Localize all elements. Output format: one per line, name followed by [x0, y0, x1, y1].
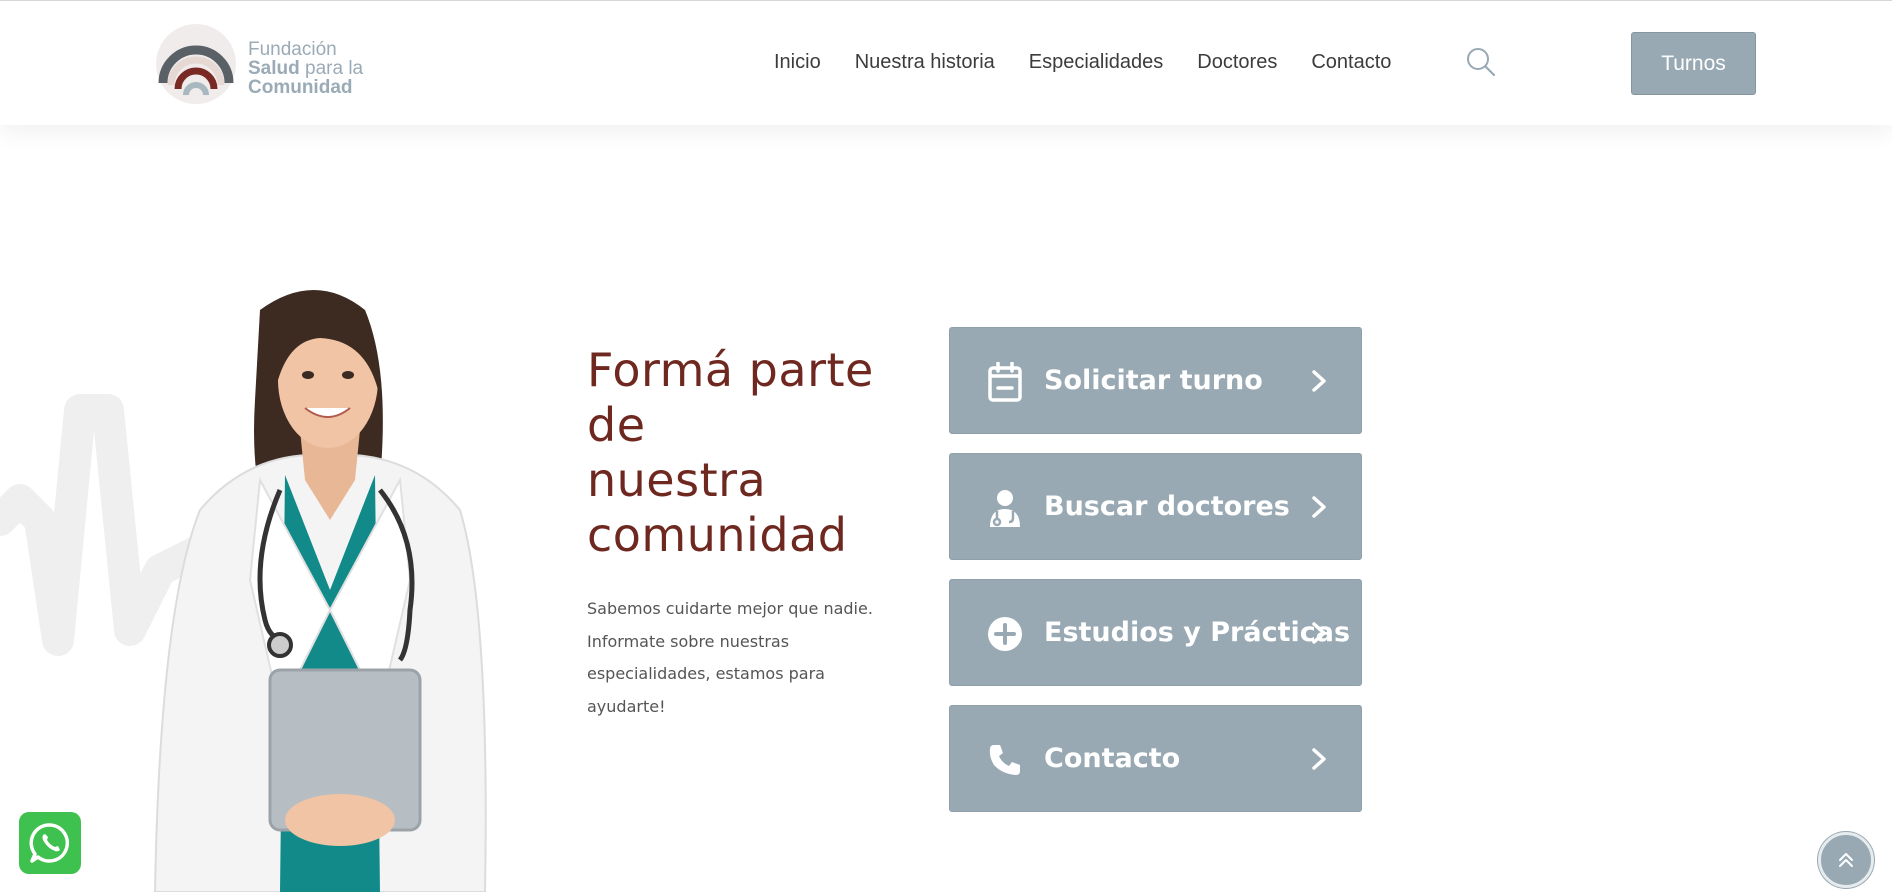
- solicitar-turno-button[interactable]: Solicitar turno: [949, 327, 1362, 434]
- site-logo[interactable]: Fundación Salud para la Comunidad: [155, 21, 385, 107]
- cta-label: Estudios y Prácticas: [1044, 617, 1351, 648]
- double-chevron-up-icon: [1839, 853, 1853, 867]
- logo-line3: Comunidad: [248, 77, 353, 98]
- search-icon[interactable]: [1466, 47, 1496, 77]
- main-nav: Inicio Nuestra historia Especialidades D…: [774, 51, 1425, 74]
- headline-line-1: Formá parte: [587, 343, 874, 397]
- headline-line-3: nuestra: [587, 453, 767, 507]
- buscar-doctores-button[interactable]: Buscar doctores: [949, 453, 1362, 560]
- chevron-right-icon: [1312, 748, 1326, 770]
- logo-mark-icon: [156, 24, 236, 104]
- cta-label: Buscar doctores: [1044, 491, 1290, 522]
- nav-item-nuestra-historia[interactable]: Nuestra historia: [855, 51, 995, 74]
- scroll-to-top-button[interactable]: [1818, 832, 1874, 888]
- chevron-right-icon: [1312, 622, 1326, 644]
- turnos-button[interactable]: Turnos: [1631, 32, 1756, 95]
- logo-line1: Fundación: [248, 39, 337, 60]
- hero-headline: Formá parte de nuestra comunidad: [587, 343, 907, 563]
- subtext-line-3: especialidades, estamos para ayudarte!: [587, 664, 825, 716]
- chevron-right-icon: [1312, 370, 1326, 392]
- logo-text: Fundación Salud para la Comunidad: [248, 40, 363, 97]
- nav-item-especialidades[interactable]: Especialidades: [1029, 51, 1164, 74]
- whatsapp-button[interactable]: [19, 812, 81, 874]
- cta-label: Contacto: [1044, 743, 1181, 774]
- subtext-line-2: Informate sobre nuestras: [587, 631, 790, 651]
- logo-line2-rest: para la: [299, 58, 364, 79]
- whatsapp-icon: [29, 823, 70, 863]
- contacto-button[interactable]: Contacto: [949, 705, 1362, 812]
- logo-line2-bold: Salud: [248, 58, 300, 79]
- nav-item-inicio[interactable]: Inicio: [774, 51, 821, 74]
- doctor-icon: [986, 488, 1024, 528]
- hero-subtext: Sabemos cuidarte mejor que nadie. Inform…: [587, 593, 907, 723]
- nav-item-contacto[interactable]: Contacto: [1311, 51, 1391, 74]
- logo-line2: Salud para la: [248, 59, 363, 78]
- doctor-image: [153, 290, 487, 892]
- plus-circle-icon: [986, 614, 1024, 654]
- subtext-line-1: Sabemos cuidarte mejor que nadie.: [587, 599, 873, 618]
- headline-line-2: de: [587, 398, 646, 452]
- site-header: Fundación Salud para la Comunidad Inicio…: [0, 0, 1892, 125]
- phone-icon: [986, 740, 1024, 780]
- calendar-icon: [986, 362, 1024, 402]
- page: Fundación Salud para la Comunidad Inicio…: [0, 0, 1892, 892]
- chevron-right-icon: [1312, 496, 1326, 518]
- estudios-practicas-button[interactable]: Estudios y Prácticas: [949, 579, 1362, 686]
- cta-label: Solicitar turno: [1044, 365, 1263, 396]
- cta-list: Solicitar turno Buscar doctores Estudios…: [949, 327, 1362, 831]
- headline-line-4: comunidad: [587, 508, 848, 562]
- nav-item-doctores[interactable]: Doctores: [1197, 51, 1277, 74]
